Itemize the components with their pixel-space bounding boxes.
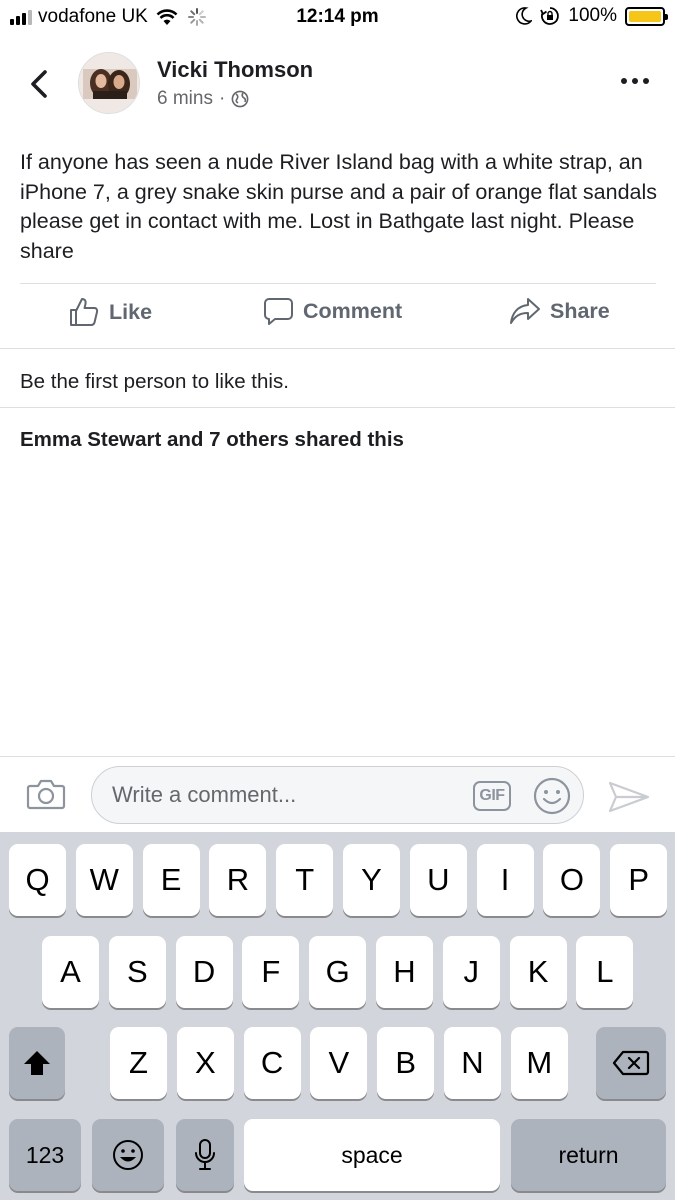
key-j[interactable]: J [442, 936, 500, 1008]
key-k[interactable]: K [509, 936, 567, 1008]
backspace-icon [612, 1050, 650, 1076]
key-o[interactable]: O [543, 844, 601, 916]
post-actions: Like Comment Share [0, 296, 675, 340]
microphone-icon [195, 1139, 215, 1170]
globe-icon [231, 90, 249, 108]
key-m[interactable]: M [510, 1027, 568, 1099]
key-g[interactable]: G [309, 936, 367, 1008]
avatar[interactable] [78, 52, 140, 114]
key-a[interactable]: A [42, 936, 99, 1008]
more-icon[interactable] [621, 78, 649, 84]
avatar-photo-icon [79, 53, 139, 113]
moon-icon [516, 7, 533, 25]
divider [0, 407, 675, 408]
key-l[interactable]: L [576, 936, 634, 1008]
key-f[interactable]: F [242, 936, 300, 1008]
battery-percent: 100% [568, 5, 617, 26]
divider [20, 283, 656, 284]
return-key[interactable]: return [511, 1119, 666, 1191]
camera-icon[interactable] [26, 777, 66, 811]
like-label: Like [109, 299, 153, 324]
emoji-keyboard-key[interactable] [92, 1119, 164, 1191]
comment-field[interactable]: GIF [91, 766, 584, 824]
meta-separator: · [218, 88, 226, 109]
orientation-lock-icon [540, 7, 560, 25]
divider [0, 348, 675, 349]
key-z[interactable]: Z [110, 1027, 167, 1099]
shift-icon [24, 1051, 50, 1075]
key-b[interactable]: B [377, 1027, 435, 1099]
comment-input[interactable] [112, 779, 462, 811]
space-key[interactable]: space [244, 1119, 500, 1191]
key-d[interactable]: D [175, 936, 233, 1008]
key-v[interactable]: V [310, 1027, 368, 1099]
key-i[interactable]: I [476, 844, 534, 916]
emoji-icon[interactable] [532, 776, 572, 816]
share-label: Share [550, 298, 610, 323]
back-chevron-icon[interactable] [24, 66, 54, 102]
numbers-key[interactable]: 123 [9, 1119, 81, 1191]
shares-summary[interactable]: Emma Stewart and 7 others shared this [20, 428, 404, 452]
key-h[interactable]: H [376, 936, 433, 1008]
key-y[interactable]: Y [343, 844, 400, 916]
key-r[interactable]: R [209, 844, 267, 916]
post-text: If anyone has seen a nude River Island b… [20, 150, 658, 263]
battery-icon [625, 6, 668, 26]
like-button[interactable]: Like [68, 296, 152, 328]
key-e[interactable]: E [142, 844, 200, 916]
key-t[interactable]: T [276, 844, 334, 916]
comment-button[interactable]: Comment [263, 296, 402, 327]
share-button[interactable]: Share [509, 296, 610, 326]
key-c[interactable]: C [243, 1027, 301, 1099]
emoji-keyboard-icon [113, 1140, 143, 1170]
comment-icon [264, 298, 293, 325]
gif-icon[interactable]: GIF [473, 781, 511, 811]
key-n[interactable]: N [444, 1027, 501, 1099]
key-u[interactable]: U [409, 844, 467, 916]
key-s[interactable]: S [108, 936, 166, 1008]
post-author[interactable]: Vicki Thomson [157, 57, 313, 83]
key-p[interactable]: P [610, 844, 668, 916]
comment-label: Comment [303, 299, 403, 323]
key-q[interactable]: Q [9, 844, 66, 916]
status-right: 100% [516, 5, 668, 27]
key-x[interactable]: X [176, 1027, 234, 1099]
shift-key[interactable] [9, 1027, 65, 1099]
dictation-key[interactable] [176, 1119, 234, 1191]
status-bar: vodafone UK 12:14 pm 100% [0, 0, 675, 34]
post-time[interactable]: 6 mins [157, 88, 213, 110]
comment-bar: GIF [0, 756, 675, 832]
likes-summary: Be the first person to like this. [20, 370, 289, 393]
share-icon [510, 298, 540, 324]
key-w[interactable]: W [75, 844, 133, 916]
send-icon[interactable] [608, 781, 650, 813]
keyboard: QWERTYUIOP ASDFGHJKL ZXCVBNM 123 space r… [0, 832, 675, 1200]
post-meta: 6 mins · [157, 88, 249, 110]
backspace-key[interactable] [596, 1027, 666, 1099]
like-icon [70, 298, 99, 326]
